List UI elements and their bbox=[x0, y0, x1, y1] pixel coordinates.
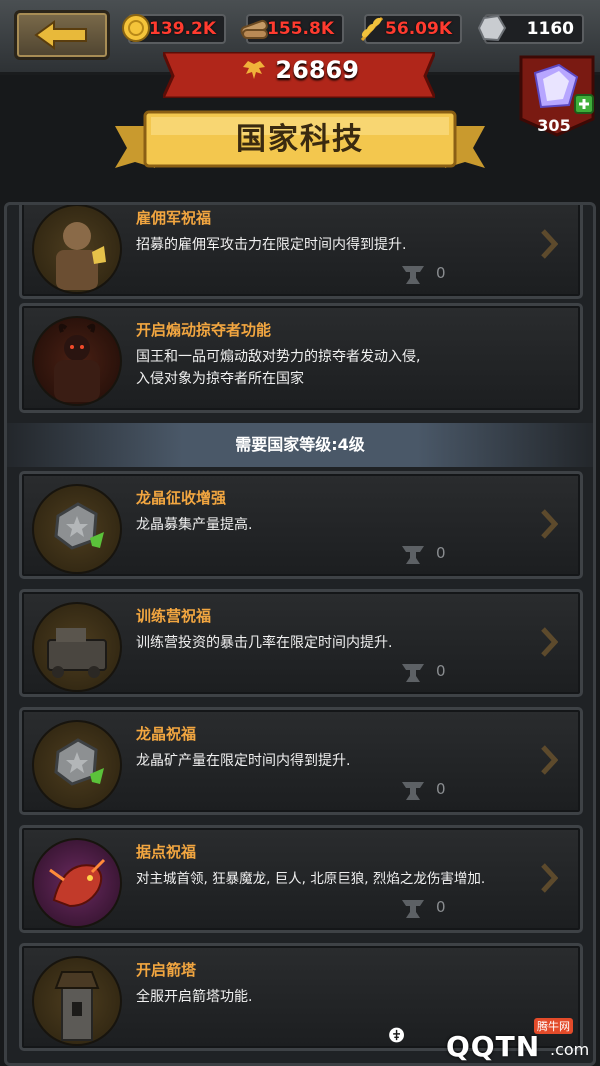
food-counter: 56.09K bbox=[360, 14, 462, 44]
back-button[interactable] bbox=[14, 10, 110, 60]
wood-counter: 155.8K bbox=[240, 14, 344, 44]
tech-description-line: 入侵对象为掠夺者所在国家 bbox=[136, 371, 304, 387]
dragon-crystal-icon bbox=[32, 720, 122, 810]
gold-coin-icon bbox=[122, 14, 150, 42]
site-logo bbox=[389, 1027, 404, 1043]
tech-description: 国王和一品可煽动敌对势力的掠夺者发动入侵, 入侵对象为掠夺者所在国家 bbox=[136, 346, 546, 390]
eagle-emblem-icon bbox=[243, 61, 266, 79]
page-title: 国家科技 bbox=[236, 122, 364, 157]
gold-counter: 139.2K bbox=[122, 14, 226, 44]
food-value: 56.09K bbox=[385, 19, 452, 39]
anvil-icon bbox=[402, 664, 424, 682]
gem-count: 305 bbox=[537, 116, 571, 135]
tech-cost-value: 0 bbox=[436, 898, 446, 916]
tech-title: 训练营祝福 bbox=[136, 607, 212, 625]
section-header-level-4: 需要国家等级:4级 bbox=[7, 423, 593, 467]
training-camp-icon bbox=[32, 602, 122, 692]
tech-cost: 0 bbox=[400, 542, 470, 566]
back-arrow-icon bbox=[34, 20, 87, 50]
tech-title: 龙晶征收增强 bbox=[136, 489, 227, 507]
watermark-brand: QQTN bbox=[446, 1030, 541, 1063]
chevron-right-icon[interactable] bbox=[540, 626, 558, 658]
anvil-icon bbox=[402, 782, 424, 800]
tech-card-dragon-crystal-blessing[interactable]: 龙晶祝福 龙晶矿产量在限定时间内得到提升. 0 bbox=[19, 707, 583, 815]
chevron-right-icon[interactable] bbox=[540, 508, 558, 540]
gold-value: 139.2K bbox=[149, 19, 216, 39]
tech-cost: 0 bbox=[400, 778, 470, 802]
tech-description: 训练营投资的暴击几率在限定时间内提升. bbox=[136, 635, 393, 651]
tech-title: 据点祝福 bbox=[136, 843, 197, 861]
anvil-icon bbox=[402, 546, 424, 564]
tech-cost-value: 0 bbox=[436, 662, 446, 680]
tech-description: 对主城首领, 狂暴魔龙, 巨人, 北原巨狼, 烈焰之龙伤害增加. bbox=[136, 871, 486, 887]
arrow-tower-icon bbox=[32, 956, 122, 1046]
score-value: 26869 bbox=[275, 56, 359, 84]
stone-value: 1160 bbox=[526, 19, 574, 39]
tech-cost: 0 bbox=[400, 262, 470, 286]
chevron-right-icon[interactable] bbox=[540, 228, 558, 260]
wood-value: 155.8K bbox=[267, 19, 334, 39]
tech-card-training-camp-blessing[interactable]: 训练营祝福 训练营投资的暴击几率在限定时间内提升. 0 bbox=[19, 589, 583, 697]
tech-cost-value: 0 bbox=[436, 264, 446, 282]
stone-icon bbox=[477, 14, 507, 42]
tech-description: 招募的雇佣军攻击力在限定时间内得到提升. bbox=[136, 237, 407, 253]
tech-title: 开启煽动掠夺者功能 bbox=[136, 321, 272, 339]
tech-list-panel[interactable]: 雇佣军祝福 招募的雇佣军攻击力在限定时间内得到提升. 0 开启煽动掠夺者功能 国… bbox=[4, 202, 596, 1066]
tech-title: 龙晶祝福 bbox=[136, 725, 197, 743]
tech-description: 全服开启箭塔功能. bbox=[136, 989, 253, 1005]
stone-counter: 1160 bbox=[477, 14, 584, 44]
watermark-domain: .com bbox=[550, 1040, 590, 1059]
anvil-icon bbox=[402, 900, 424, 918]
tech-card-mercenary-blessing[interactable]: 雇佣军祝福 招募的雇佣军攻击力在限定时间内得到提升. 0 bbox=[19, 205, 583, 299]
tech-cost: 0 bbox=[400, 660, 470, 684]
tech-description: 龙晶矿产量在限定时间内得到提升. bbox=[136, 753, 351, 769]
anvil-icon bbox=[402, 266, 424, 284]
tech-card-dragon-crystal-levy[interactable]: 龙晶征收增强 龙晶募集产量提高. 0 bbox=[19, 471, 583, 579]
chevron-right-icon[interactable] bbox=[540, 744, 558, 776]
dragon-crystal-icon bbox=[32, 484, 122, 574]
tech-cost-value: 0 bbox=[436, 780, 446, 798]
tech-cost: 0 bbox=[400, 896, 470, 920]
tech-title: 雇佣军祝福 bbox=[136, 209, 212, 227]
tech-card-stronghold-blessing[interactable]: 据点祝福 对主城首领, 狂暴魔龙, 巨人, 北原巨狼, 烈焰之龙伤害增加. 0 bbox=[19, 825, 583, 933]
tech-description-line: 国王和一品可煽动敌对势力的掠夺者发动入侵, bbox=[136, 349, 421, 365]
tech-description: 龙晶募集产量提高. bbox=[136, 517, 253, 533]
mercenary-icon bbox=[32, 205, 122, 294]
tech-title: 开启箭塔 bbox=[136, 961, 197, 979]
red-dragon-icon bbox=[32, 838, 122, 928]
tech-cost-value: 0 bbox=[436, 544, 446, 562]
score-display: 26869 bbox=[0, 56, 600, 84]
raider-icon bbox=[32, 316, 122, 406]
chevron-right-icon[interactable] bbox=[540, 862, 558, 894]
tech-card-incite-raiders[interactable]: 开启煽动掠夺者功能 国王和一品可煽动敌对势力的掠夺者发动入侵, 入侵对象为掠夺者… bbox=[19, 303, 583, 413]
wheat-icon bbox=[360, 16, 384, 42]
